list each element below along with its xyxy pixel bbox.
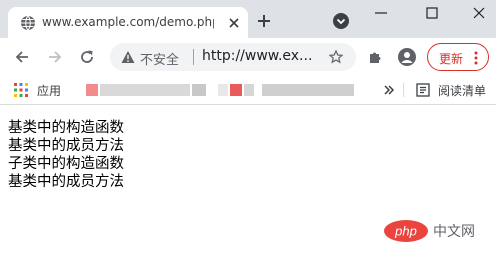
bookmarks-bar: 应用 阅读清单: [0, 76, 496, 105]
forward-arrow-icon[interactable]: [47, 49, 63, 65]
warning-icon[interactable]: [121, 50, 135, 64]
close-window-icon[interactable]: [470, 6, 488, 20]
watermark-text: 中文网: [433, 224, 475, 240]
security-label[interactable]: 不安全: [140, 49, 179, 68]
tab-search-icon[interactable]: [332, 12, 350, 30]
close-icon[interactable]: [226, 15, 242, 31]
update-label: 更新: [439, 52, 464, 66]
url-text[interactable]: http://www.ex...: [202, 48, 312, 64]
reading-list-icon[interactable]: [416, 83, 430, 97]
bookmark-apps[interactable]: 应用: [37, 82, 61, 99]
blurred-bookmark[interactable]: [218, 84, 228, 96]
blurred-bookmark[interactable]: [262, 84, 354, 96]
maximize-icon[interactable]: [423, 6, 441, 20]
reload-icon[interactable]: [79, 49, 95, 65]
tab-strip: www.example.com/demo.php: [0, 0, 496, 38]
output-line: 基类中的成员方法: [8, 138, 124, 154]
omnibox[interactable]: 不安全 http://www.ex...: [110, 43, 356, 71]
blurred-bookmark[interactable]: [244, 84, 254, 96]
blurred-bookmark[interactable]: [230, 84, 242, 96]
tab-title: www.example.com/demo.php: [42, 15, 214, 29]
blurred-bookmark[interactable]: [86, 84, 98, 96]
apps-grid-icon[interactable]: [14, 83, 28, 97]
more-vert-icon[interactable]: [474, 51, 478, 65]
output-line: 基类中的成员方法: [8, 174, 124, 190]
php-logo-text: php: [394, 224, 417, 239]
update-button[interactable]: 更新: [427, 43, 489, 71]
page-content: 基类中的构造函数 基类中的成员方法 子类中的构造函数 基类中的成员方法: [8, 119, 308, 191]
minimize-icon[interactable]: [372, 6, 390, 20]
avatar-icon[interactable]: [398, 48, 416, 66]
star-icon[interactable]: [329, 50, 343, 64]
blurred-bookmark[interactable]: [192, 84, 206, 96]
globe-icon: [21, 15, 35, 31]
browser-tab[interactable]: www.example.com/demo.php: [8, 7, 248, 38]
bookmarks-divider: [403, 83, 404, 97]
puzzle-icon[interactable]: [367, 49, 383, 65]
back-arrow-icon[interactable]: [14, 49, 30, 65]
omnibox-divider: [193, 49, 194, 65]
blurred-bookmark[interactable]: [100, 84, 190, 96]
toolbar: 不安全 http://www.ex... 更新: [0, 38, 496, 76]
plus-icon[interactable]: [256, 13, 272, 29]
output-line: 基类中的构造函数: [8, 120, 124, 136]
chevron-double-right-icon[interactable]: [383, 84, 395, 96]
php-logo: php: [384, 220, 428, 242]
reading-list-label[interactable]: 阅读清单: [438, 82, 486, 99]
output-line: 子类中的构造函数: [8, 156, 124, 172]
